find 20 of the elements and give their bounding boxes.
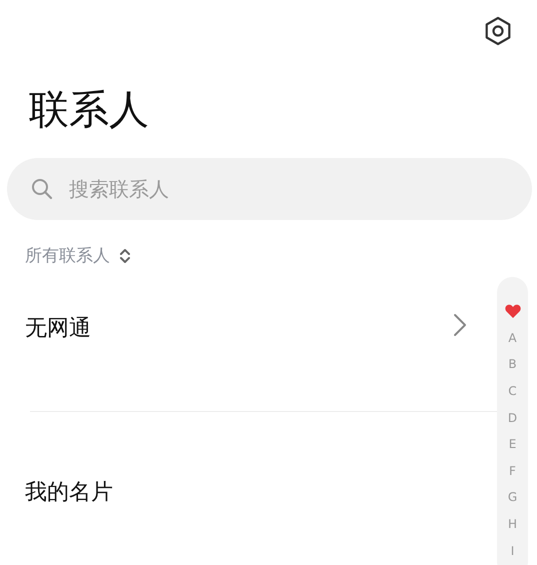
index-letter[interactable]: I xyxy=(510,537,514,564)
search-icon xyxy=(31,178,53,200)
index-bar[interactable]: A B C D E F G H I xyxy=(497,277,528,565)
index-letter[interactable]: G xyxy=(508,484,518,511)
contact-name[interactable]: 我的名片 xyxy=(25,477,113,507)
heart-icon[interactable] xyxy=(504,304,520,318)
sort-toggle-icon[interactable] xyxy=(118,248,132,264)
settings-icon[interactable] xyxy=(483,16,513,46)
contact-name[interactable]: 无网通 xyxy=(25,313,91,343)
index-letter[interactable]: E xyxy=(508,430,516,458)
filter-dropdown[interactable]: 所有联系人 xyxy=(25,244,110,267)
index-letter[interactable]: C xyxy=(508,378,517,404)
index-letter[interactable]: H xyxy=(508,510,518,538)
search-field[interactable]: 搜索联系人 xyxy=(7,158,532,220)
index-letter[interactable]: B xyxy=(508,351,517,378)
chevron-right-icon[interactable] xyxy=(453,313,467,337)
index-letter[interactable]: A xyxy=(508,324,517,352)
index-letter[interactable]: F xyxy=(509,458,516,484)
index-letter[interactable]: D xyxy=(508,404,518,431)
page-title: 联系人 xyxy=(29,86,149,135)
